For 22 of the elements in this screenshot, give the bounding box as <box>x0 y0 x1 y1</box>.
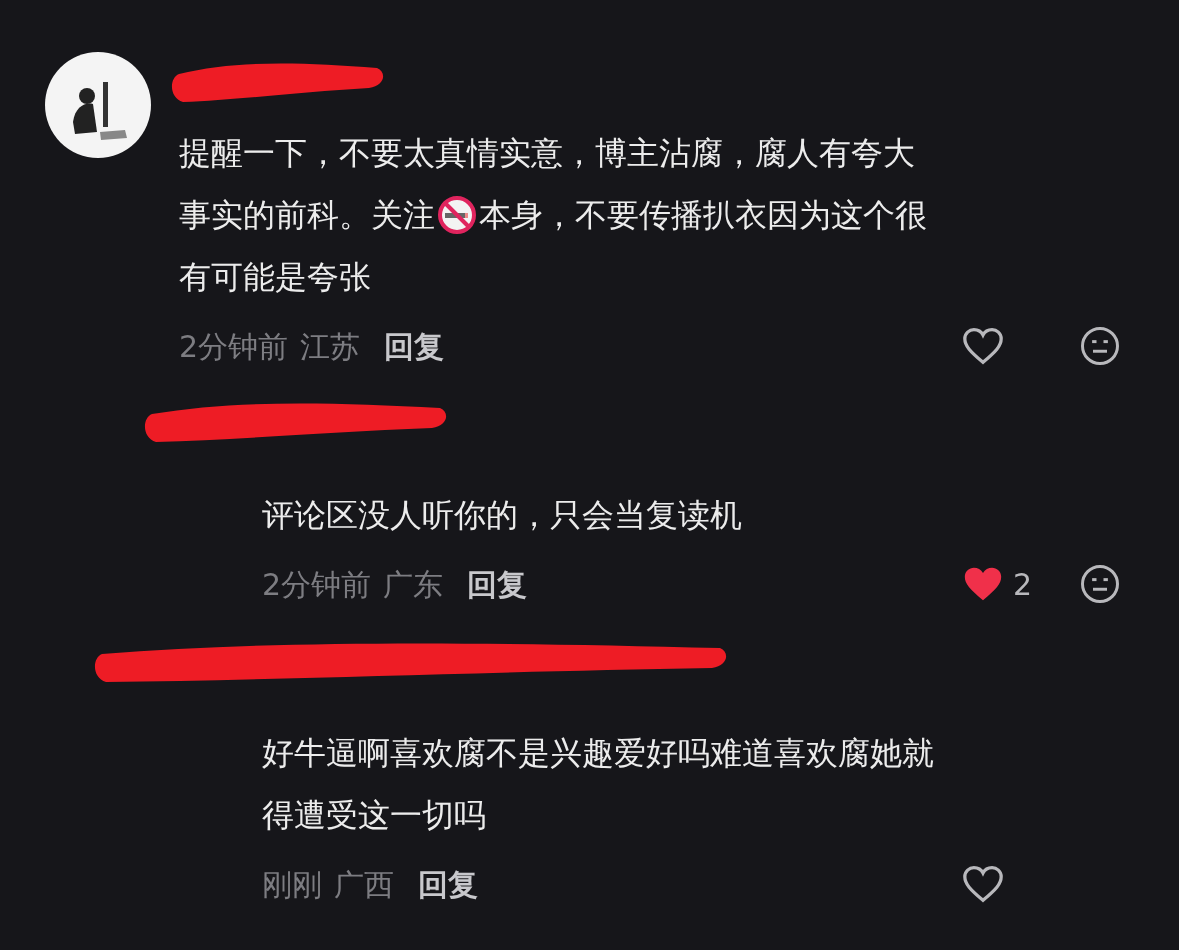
face-icon[interactable] <box>1079 325 1121 367</box>
comment-text: 事实的前科。关注 <box>179 195 435 236</box>
heart-icon[interactable] <box>961 864 1005 904</box>
heart-icon[interactable] <box>961 326 1005 366</box>
comment-text: 本身，不要传播扒衣因为这个很 <box>479 195 927 236</box>
comment-time: 2分钟前 <box>262 565 372 604</box>
comment-text: 有可能是夸张 <box>179 257 371 298</box>
reply-button[interactable]: 回复 <box>384 323 445 369</box>
reply-button[interactable]: 回复 <box>467 561 528 607</box>
comment-text: 好牛逼啊喜欢腐不是兴趣爱好吗难道喜欢腐她就 <box>262 733 934 774</box>
comment-time: 刚刚 <box>262 865 322 904</box>
comment-text: 提醒一下，不要太真情实意，博主沾腐，腐人有夸大 <box>179 133 915 174</box>
no-smoking-icon <box>437 195 477 235</box>
like-count: 2 <box>1013 565 1033 604</box>
comment-text: 得遭受这一切吗 <box>262 795 486 836</box>
comment-location: 江苏 <box>300 327 361 366</box>
comment-location: 广东 <box>383 565 444 604</box>
comment-location: 广西 <box>334 865 394 904</box>
comment-text: 评论区没人听你的，只会当复读机 <box>262 495 742 536</box>
face-icon[interactable] <box>1079 563 1121 605</box>
reply-button[interactable]: 回复 <box>418 861 478 907</box>
comment-time: 2分钟前 <box>179 327 289 366</box>
